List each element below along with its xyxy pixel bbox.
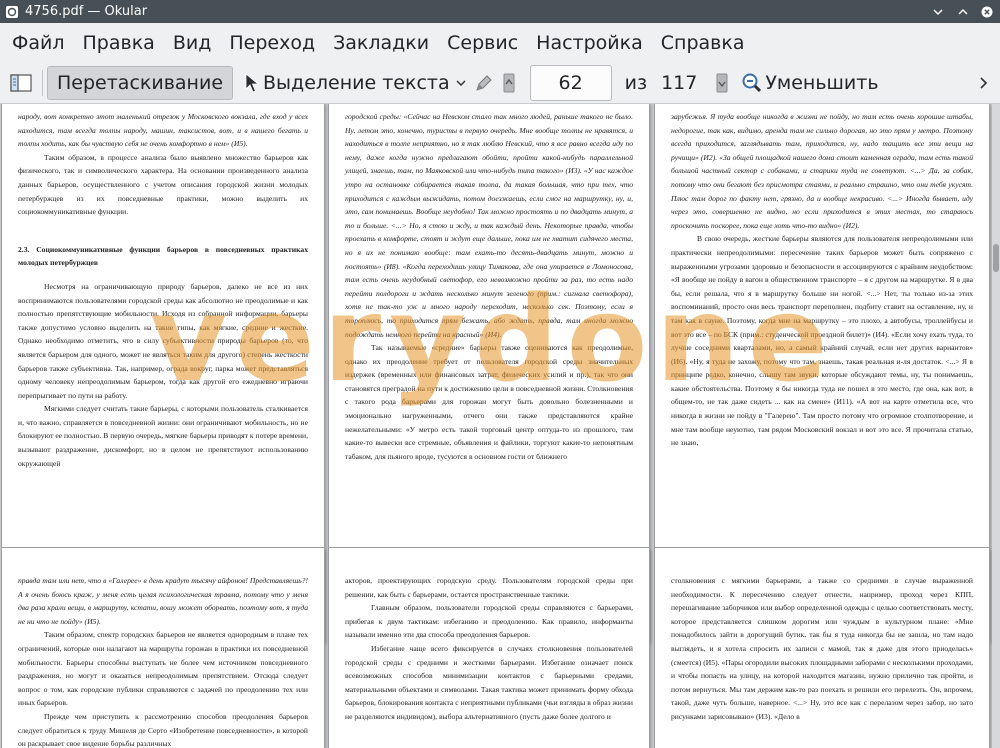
page-text: зарубежья. Я туда вообще никогда в жизни… (671, 110, 973, 450)
chevron-right-icon (980, 77, 988, 89)
menu-view[interactable]: Вид (165, 32, 220, 54)
paragraph: акторов, проектирующих городскую среду. … (345, 576, 633, 599)
paragraph: Мягкими следует считать такие барьеры, с… (18, 404, 308, 468)
text-selection-tool-label: Выделение текста (263, 72, 450, 94)
toolbar-separator (42, 70, 43, 96)
annotation-tool-button[interactable] (470, 66, 498, 100)
page-of-label: из (624, 72, 648, 94)
okular-app-icon (6, 5, 18, 18)
next-page-icon (716, 73, 728, 93)
menu-edit[interactable]: Правка (75, 32, 163, 54)
next-page-button[interactable] (711, 66, 733, 100)
paragraph: правда там или нет, что в «Галерее» в де… (18, 576, 308, 626)
scrollbar-thumb[interactable] (993, 244, 999, 272)
toolbar-overflow-button[interactable] (974, 66, 992, 100)
paragraph: Таким образом, спектр городских барьеров… (18, 630, 308, 708)
browse-tool-label: Перетаскивание (57, 72, 224, 94)
page-text: городской среды: «Сейчас на Невском стал… (345, 110, 633, 463)
title-bar: 4756.pdf — Okular (0, 0, 1000, 23)
previous-page-button[interactable] (498, 66, 520, 100)
text-selection-tool-button[interactable]: Выделение текста (241, 66, 452, 100)
page-text: столкновения с мягкими барьерами, а такж… (671, 574, 973, 724)
previous-page-icon (503, 73, 515, 93)
menu-file[interactable]: Файл (4, 32, 73, 54)
pen-icon (475, 75, 492, 91)
menu-settings[interactable]: Настройка (528, 32, 651, 54)
menu-bookmarks[interactable]: Закладки (325, 32, 437, 54)
menu-tools[interactable]: Сервис (439, 32, 526, 54)
maximize-button[interactable] (952, 0, 974, 23)
page-text: правда там или нет, что в «Галерее» в де… (18, 574, 308, 748)
paragraph: Так называемые «средние» барьеры также о… (345, 343, 633, 461)
zoom-out-label: Уменьшить (765, 72, 879, 94)
chevron-down-icon (456, 80, 466, 87)
paragraph: народу, вот конкретно этот маленький отр… (18, 112, 308, 149)
close-icon (981, 6, 993, 17)
page-text: акторов, проектирующих городскую среду. … (345, 574, 633, 724)
maximize-icon (958, 8, 968, 15)
menu-help[interactable]: Справка (653, 32, 753, 54)
close-button[interactable] (976, 0, 998, 23)
menu-go[interactable]: Переход (221, 32, 323, 54)
total-pages-label: 117 (661, 72, 698, 94)
pdf-page-66: столкновения с мягкими барьерами, а такж… (655, 548, 989, 748)
page-number-input[interactable] (529, 65, 612, 101)
paragraph: Таким образом, в процессе анализа было в… (18, 152, 308, 217)
minimize-icon (933, 8, 943, 15)
window-title: 4756.pdf — Okular (25, 4, 148, 19)
tool-dropdown-button[interactable] (452, 66, 470, 100)
cursor-arrow-icon (245, 73, 260, 93)
document-viewport[interactable]: народу, вот конкретно этот маленький отр… (0, 104, 1000, 748)
pdf-page-64: правда там или нет, что в «Галерее» в де… (2, 548, 324, 748)
vertical-scrollbar[interactable] (992, 104, 1000, 748)
minimize-button[interactable] (927, 0, 949, 23)
sidebar-toggle-button[interactable] (4, 66, 38, 100)
pdf-page-65: акторов, проектирующих городскую среду. … (329, 548, 649, 748)
paragraph: Главным образом, пользователи городской … (345, 603, 633, 640)
menu-bar: Файл Правка Вид Переход Закладки Сервис … (0, 23, 1000, 63)
paragraph: зарубежья. Я туда вообще никогда в жизни… (671, 112, 973, 230)
sidebar-panel-icon (10, 74, 32, 92)
paragraph: столкновения с мягкими барьерами, а такж… (671, 576, 973, 721)
main-toolbar: Перетаскивание Выделение текста из 117 (0, 63, 1000, 104)
page-text: народу, вот конкретно этот маленький отр… (18, 110, 308, 470)
section-heading: 2.3. Социокоммуникативные функции барьер… (18, 244, 308, 268)
paragraph: городской среды: «Сейчас на Невском стал… (345, 112, 633, 339)
browse-tool-button[interactable]: Перетаскивание (47, 66, 234, 100)
zoom-out-button[interactable]: Уменьшить (737, 66, 882, 100)
paragraph: В свою очередь, жесткие барьеры являются… (671, 234, 973, 448)
paragraph: Несмотря на ограничивающую природу барье… (18, 281, 308, 400)
paragraph: Избегание чаще всего фиксируется в случа… (345, 643, 633, 721)
paragraph: Прежде чем приступить к рассмотрению спо… (18, 711, 308, 748)
zoom-out-icon (742, 73, 762, 93)
